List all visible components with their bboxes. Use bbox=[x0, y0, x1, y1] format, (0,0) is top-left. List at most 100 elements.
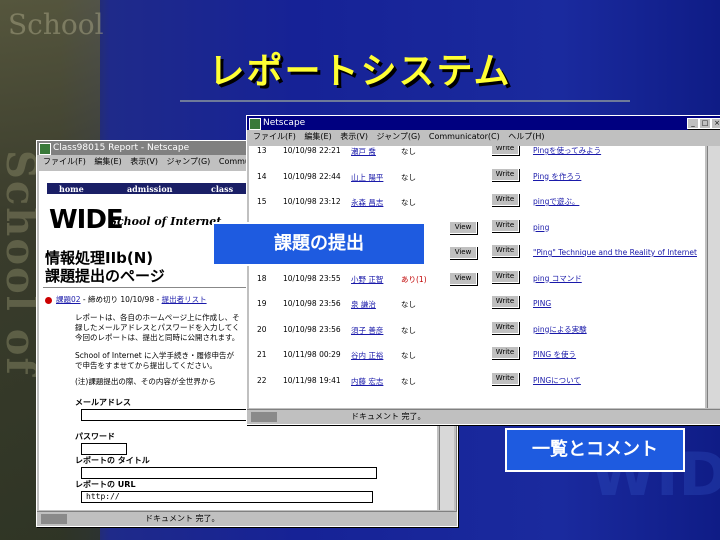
menu-file[interactable]: ファイル(F) bbox=[43, 157, 86, 166]
paragraph-2: School of Internet に入学手続き・履修申告が で申告をすませて… bbox=[75, 351, 234, 371]
row-number: 19 bbox=[257, 299, 267, 308]
row-date: 10/10/98 22:44 bbox=[283, 171, 341, 181]
report-title-link[interactable]: Pingを使ってみよう bbox=[533, 146, 701, 155]
nav-home[interactable]: home bbox=[59, 184, 84, 194]
row-name[interactable]: 瀬戸 喬 bbox=[351, 146, 376, 157]
write-button[interactable]: Write bbox=[491, 193, 519, 206]
write-button[interactable]: Write bbox=[491, 244, 519, 257]
row-number: 15 bbox=[257, 197, 267, 206]
menu-edit[interactable]: 編集(E) bbox=[304, 132, 331, 141]
row-file: あり(1) bbox=[401, 274, 427, 284]
row-date: 10/10/98 22:21 bbox=[283, 146, 341, 155]
report-window-title: Class98015 Report - Netscape bbox=[53, 143, 190, 153]
view-button[interactable]: View bbox=[449, 271, 477, 285]
url-label: レポートの URL bbox=[75, 480, 136, 489]
assignment-link[interactable]: 課題02 bbox=[56, 295, 81, 304]
row-date: 10/10/98 23:56 bbox=[283, 324, 341, 334]
row-name[interactable]: 内藤 宏志 bbox=[351, 376, 383, 387]
security-icon bbox=[41, 514, 67, 524]
row-name[interactable]: 須子 善彦 bbox=[351, 325, 383, 336]
row-file: なし bbox=[401, 325, 416, 335]
paragraph-1-line: レポートは、各自のホームページ上に作成し、そ bbox=[75, 313, 240, 322]
write-button[interactable]: Write bbox=[491, 295, 519, 308]
row-file: なし bbox=[401, 351, 416, 360]
nav-admission[interactable]: admission bbox=[127, 184, 172, 194]
table-row: 15 10/10/98 23:12 永森 昌志 なし Write pingで遊ぶ。 bbox=[249, 189, 705, 215]
list-window-titlebar[interactable]: Netscape _ □ × bbox=[247, 116, 720, 130]
report-title-link[interactable]: "Ping" Technique and the Reality of Inte… bbox=[533, 248, 701, 257]
table-row: 13 10/10/98 22:21 瀬戸 喬 なし Write Pingを使ってみよう bbox=[249, 146, 705, 164]
report-title-link[interactable]: pingで遊ぶ。 bbox=[533, 197, 701, 206]
netscape-icon bbox=[39, 143, 51, 155]
school-name: School of Internet bbox=[109, 215, 222, 228]
row-file: なし bbox=[401, 147, 416, 156]
row-name[interactable]: 泉 謙治 bbox=[351, 299, 376, 310]
password-field[interactable] bbox=[81, 443, 127, 455]
write-button[interactable]: Write bbox=[491, 167, 519, 181]
assignment-line: 課題02 - 締め切り 10/10/98 - 提出者リスト bbox=[45, 295, 207, 305]
deadline: - 締め切り 10/10/98 - bbox=[80, 295, 162, 304]
report-status-text: ドキュメント 完了。 bbox=[145, 514, 220, 523]
row-number: 13 bbox=[257, 146, 267, 155]
netscape-icon bbox=[249, 118, 261, 130]
menu-view[interactable]: 表示(V) bbox=[340, 132, 368, 141]
write-button[interactable]: Write bbox=[491, 146, 519, 155]
row-date: 10/11/98 19:41 bbox=[283, 375, 341, 385]
menu-go[interactable]: ジャンプ(G) bbox=[377, 132, 421, 141]
report-title-link[interactable]: PING bbox=[533, 299, 701, 308]
report-title-link[interactable]: pingによる実験 bbox=[533, 325, 701, 334]
menu-communicator[interactable]: Communicator(C) bbox=[429, 132, 500, 141]
write-button[interactable]: Write bbox=[491, 269, 519, 283]
row-name[interactable]: 谷内 正裕 bbox=[351, 350, 383, 361]
row-number: 20 bbox=[257, 324, 267, 334]
row-file: なし bbox=[401, 198, 416, 207]
list-statusbar: ドキュメント 完了。 bbox=[247, 409, 720, 424]
slide-title: レポートシステム bbox=[208, 51, 512, 92]
view-button[interactable]: View bbox=[449, 246, 477, 259]
report-title-field[interactable] bbox=[81, 467, 377, 479]
paragraph-2-line: School of Internet に入学手続き・履修申告が bbox=[75, 351, 235, 360]
table-row: 19 10/10/98 23:56 泉 謙治 なし Write PING bbox=[249, 291, 705, 317]
row-date: 10/10/98 23:56 bbox=[283, 299, 341, 308]
view-button[interactable]: View bbox=[449, 220, 477, 234]
report-title-link[interactable]: PING を使う bbox=[533, 350, 701, 359]
close-button[interactable]: × bbox=[711, 118, 720, 129]
row-number: 18 bbox=[257, 273, 267, 283]
row-file: なし bbox=[401, 376, 416, 386]
list-window-title: Netscape bbox=[263, 118, 306, 128]
report-title-link[interactable]: ping コマンド bbox=[533, 274, 701, 283]
row-name[interactable]: 小野 正智 bbox=[351, 274, 383, 285]
nav-class[interactable]: class bbox=[211, 184, 233, 194]
row-number: 22 bbox=[257, 375, 267, 385]
menu-edit[interactable]: 編集(E) bbox=[94, 157, 121, 166]
paragraph-3: (注)課題提出の際、その内容が全世界から bbox=[75, 377, 216, 386]
submitter-list-link[interactable]: 提出者リスト bbox=[162, 295, 207, 304]
row-name[interactable]: 山上 陽平 bbox=[351, 172, 383, 183]
menu-file[interactable]: ファイル(F) bbox=[253, 132, 296, 141]
write-button[interactable]: Write bbox=[491, 320, 519, 334]
write-button[interactable]: Write bbox=[491, 218, 519, 232]
row-number: 14 bbox=[257, 171, 267, 181]
page-heading: 課題提出のページ bbox=[45, 267, 165, 285]
menu-go[interactable]: ジャンプ(G) bbox=[167, 157, 211, 166]
menu-view[interactable]: 表示(V) bbox=[130, 157, 158, 166]
report-title-link[interactable]: PINGについて bbox=[533, 376, 701, 385]
title-underline bbox=[180, 100, 630, 102]
report-title-link[interactable]: ping bbox=[533, 223, 701, 232]
row-name[interactable]: 永森 昌志 bbox=[351, 197, 383, 208]
list-window[interactable]: Netscape _ □ × ファイル(F) 編集(E) 表示(V) ジャンプ(… bbox=[246, 115, 720, 425]
write-button[interactable]: Write bbox=[491, 371, 519, 385]
row-number: 21 bbox=[257, 350, 267, 359]
submission-list: 13 10/10/98 22:21 瀬戸 喬なし Write Pingを使ってみよう 14… bbox=[249, 146, 705, 408]
table-row: 20 10/10/98 23:56 須子 善彦 なし Write pingによる実験 bbox=[249, 317, 705, 343]
report-title-link[interactable]: Ping を作ろう bbox=[533, 172, 701, 181]
report-url-field[interactable]: http:// bbox=[81, 491, 373, 503]
paragraph-1: レポートは、各自のホームページ上に作成し、そ 録したメールアドレスとパスワードを… bbox=[75, 313, 240, 343]
minimize-button[interactable]: _ bbox=[687, 118, 699, 129]
list-scrollbar[interactable] bbox=[707, 146, 720, 408]
row-date: 10/11/98 00:29 bbox=[283, 350, 341, 359]
table-row: 22 10/11/98 19:41 内藤 宏志 なし Write PINGについて bbox=[249, 368, 705, 394]
menu-help[interactable]: ヘルプ(H) bbox=[508, 132, 544, 141]
maximize-button[interactable]: □ bbox=[699, 118, 711, 129]
write-button[interactable]: Write bbox=[491, 346, 519, 359]
